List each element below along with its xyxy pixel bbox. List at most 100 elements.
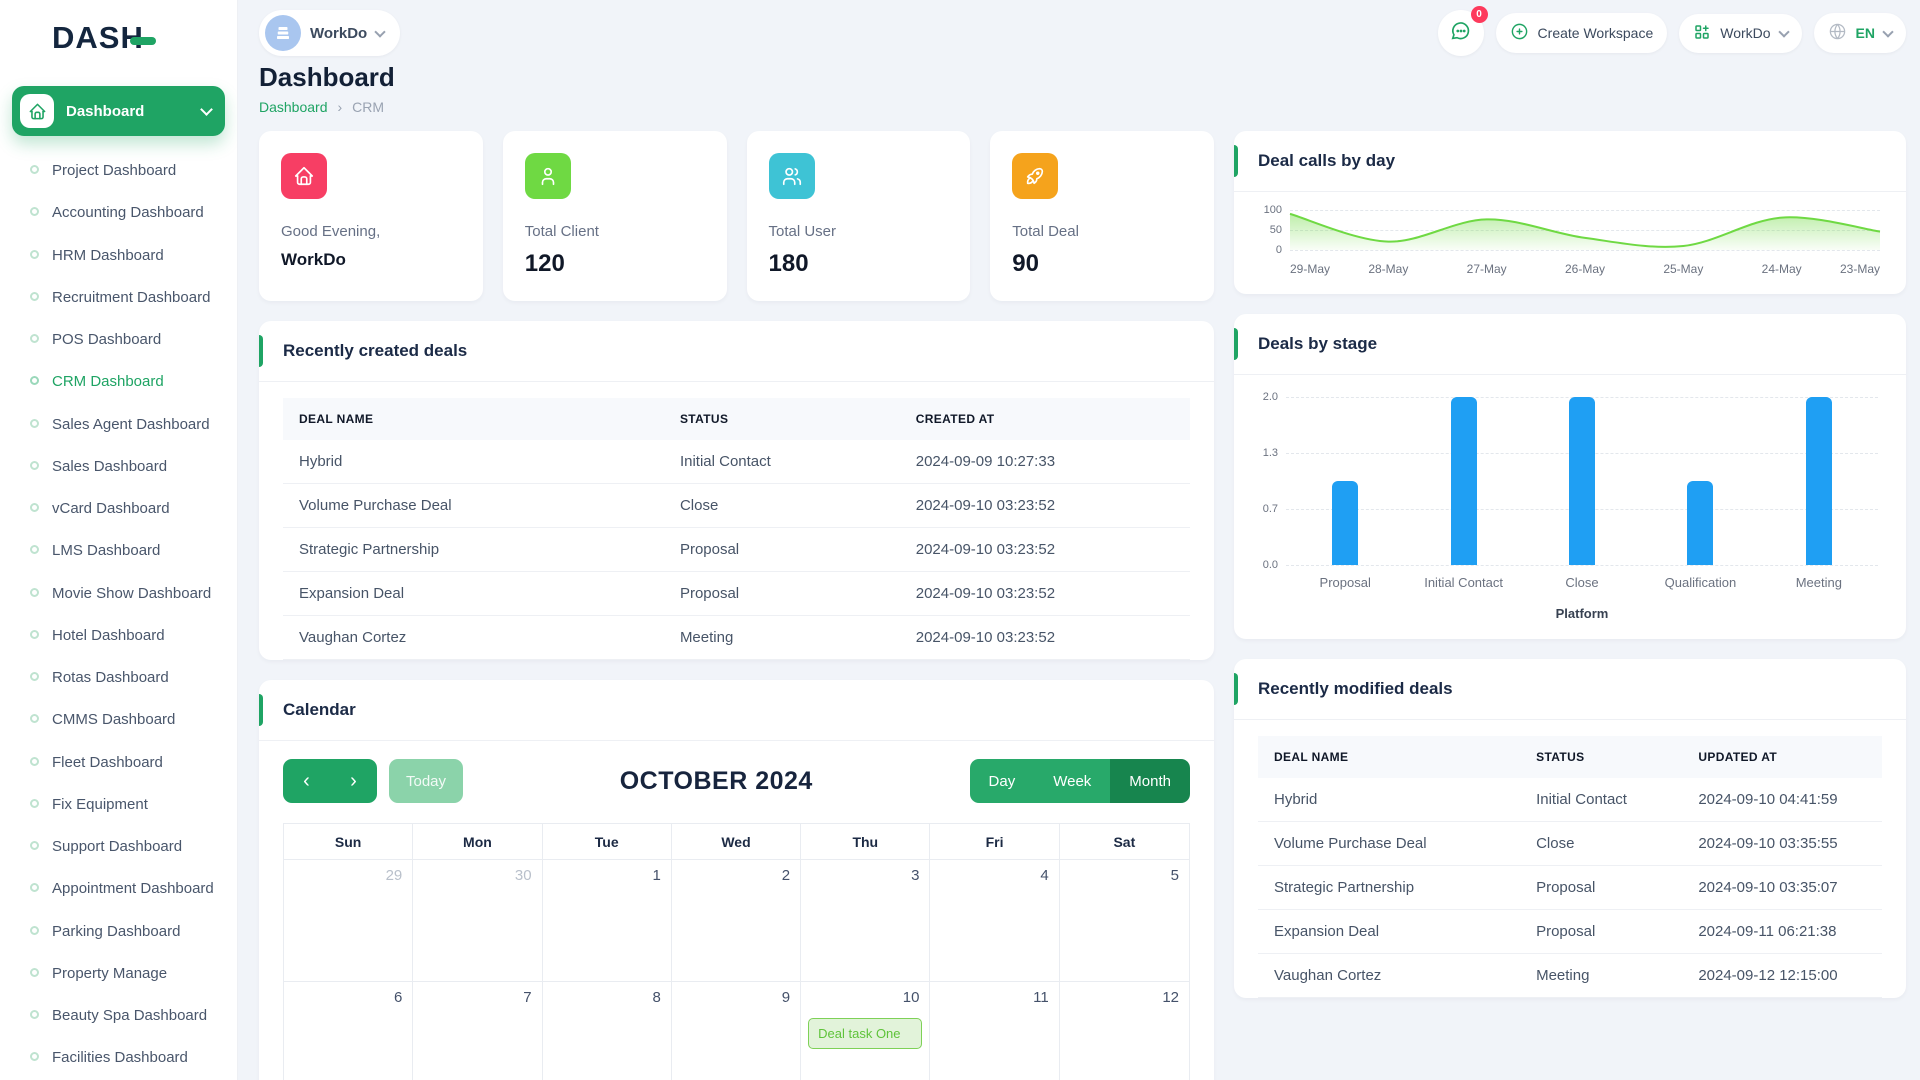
sidebar-item-sales-agent-dashboard[interactable]: Sales Agent Dashboard: [0, 404, 237, 446]
sidebar-item-recruitment-dashboard[interactable]: Recruitment Dashboard: [0, 277, 237, 319]
sidebar-item-sales-dashboard[interactable]: Sales Dashboard: [0, 446, 237, 488]
calendar-day-cell[interactable]: 12: [1060, 982, 1189, 1080]
workspace-menu-button[interactable]: WorkDo: [1679, 14, 1801, 53]
chevron-right-icon: ›: [350, 770, 357, 793]
sidebar-item-facilities-dashboard[interactable]: Facilities Dashboard: [0, 1037, 237, 1079]
calendar-date: 10: [903, 989, 920, 1006]
table-row: Expansion DealProposal2024-09-11 06:21:3…: [1258, 910, 1882, 954]
chevron-down-icon: [200, 103, 213, 116]
sidebar-item-label: HRM Dashboard: [52, 246, 164, 266]
calendar-day-cell[interactable]: 10 Deal task One: [801, 982, 930, 1080]
sidebar-item-cmms-dashboard[interactable]: CMMS Dashboard: [0, 699, 237, 741]
sidebar-item-rotas-dashboard[interactable]: Rotas Dashboard: [0, 657, 237, 699]
calendar-event[interactable]: Deal task One: [808, 1018, 922, 1049]
calendar-view-day[interactable]: Day: [970, 759, 1035, 803]
x-tick-label: 23-May: [1840, 262, 1880, 276]
calendar-day-cell[interactable]: 8: [543, 982, 672, 1080]
sidebar-item-dashboard[interactable]: Dashboard: [12, 86, 225, 136]
sidebar-item-hrm-dashboard[interactable]: HRM Dashboard: [0, 235, 237, 277]
calendar-date: 30: [515, 867, 532, 884]
table-cell: Volume Purchase Deal: [1258, 822, 1520, 866]
table-head: DEAL NAMESTATUSUPDATED AT: [1258, 736, 1882, 778]
sidebar-nav: Project DashboardAccounting Dashboard HRM…: [0, 142, 237, 1080]
messages-button[interactable]: 0: [1438, 10, 1484, 56]
calendar-day-cell[interactable]: 9: [672, 982, 801, 1080]
table-cell: Strategic Partnership: [283, 528, 664, 572]
table-cell: Proposal: [1520, 866, 1682, 910]
calendar-day-cell[interactable]: 11: [930, 982, 1059, 1080]
sidebar-item-label: CRM Dashboard: [52, 372, 164, 392]
sidebar-item-label: Dashboard: [66, 103, 202, 120]
stat-label: Good Evening,: [281, 223, 461, 240]
bar-qualification: [1687, 481, 1713, 565]
table-cell: Vaughan Cortez: [1258, 954, 1520, 998]
table-cell: Proposal: [1520, 910, 1682, 954]
sidebar-item-fleet-dashboard[interactable]: Fleet Dashboard: [0, 742, 237, 784]
calendar-today-button[interactable]: Today: [389, 759, 463, 803]
calendar-prev-button[interactable]: ‹: [283, 759, 330, 803]
table-cell: Hybrid: [283, 440, 664, 484]
brand-logo[interactable]: DASH: [0, 0, 237, 74]
calendar-day-cell[interactable]: 6: [284, 982, 413, 1080]
table-cell: 2024-09-10 04:41:59: [1682, 778, 1882, 822]
calendar-day-cell[interactable]: 7: [413, 982, 542, 1080]
circle-icon: [30, 841, 39, 850]
table-row: Volume Purchase DealClose2024-09-10 03:3…: [1258, 822, 1882, 866]
sidebar-item-accounting-dashboard[interactable]: Accounting Dashboard: [0, 192, 237, 234]
calendar-day-cell[interactable]: 1: [543, 860, 672, 982]
calendar-date: 11: [1033, 989, 1049, 1006]
sidebar-item-parking-dashboard[interactable]: Parking Dashboard: [0, 911, 237, 953]
sidebar-item-appointment-dashboard[interactable]: Appointment Dashboard: [0, 868, 237, 910]
sidebar-item-support-dashboard[interactable]: Support Dashboard: [0, 826, 237, 868]
sidebar-item-property-manage[interactable]: Property Manage: [0, 953, 237, 995]
sidebar-item-label: Sales Dashboard: [52, 457, 167, 477]
x-tick-label: Close: [1523, 575, 1641, 590]
workspace-switcher[interactable]: WorkDo: [259, 10, 400, 56]
bar-category-labels: ProposalInitial ContactCloseQualificatio…: [1286, 575, 1878, 590]
sidebar-item-crm-dashboard[interactable]: CRM Dashboard: [0, 361, 237, 403]
home-icon: [281, 153, 327, 199]
area-plot: 100500: [1290, 210, 1880, 250]
workspace-name: WorkDo: [310, 25, 367, 42]
x-tick-label: 24-May: [1762, 262, 1802, 276]
calendar-day-cell[interactable]: 30: [413, 860, 542, 982]
sidebar-item-label: Support Dashboard: [52, 837, 182, 857]
calendar-date: 7: [523, 989, 531, 1006]
calendar-panel: Calendar ‹ › Today OCTOBE: [259, 680, 1214, 1080]
calendar-day-cell[interactable]: 2: [672, 860, 801, 982]
sidebar-item-vcard-dashboard[interactable]: vCard Dashboard: [0, 488, 237, 530]
sidebar-item-project-dashboard[interactable]: Project Dashboard: [0, 150, 237, 192]
users-icon: [769, 153, 815, 199]
circle-icon: [30, 757, 39, 766]
calendar-nav-group: ‹ ›: [283, 759, 377, 803]
stat-value: WorkDo: [281, 250, 461, 270]
circle-icon: [30, 207, 39, 216]
calendar-view-month[interactable]: Month: [1110, 759, 1190, 803]
calendar-day-cell[interactable]: 29: [284, 860, 413, 982]
area-x-labels: 29-May28-May27-May26-May25-May24-May23-M…: [1290, 262, 1880, 278]
calendar-day-cell[interactable]: 4: [930, 860, 1059, 982]
sidebar-item-fix-equipment[interactable]: Fix Equipment: [0, 784, 237, 826]
calendar-date: 6: [394, 989, 402, 1006]
sidebar-item-lms-dashboard[interactable]: LMS Dashboard: [0, 530, 237, 572]
sidebar-item-beauty-spa-dashboard[interactable]: Beauty Spa Dashboard: [0, 995, 237, 1037]
deal-calls-panel: Deal calls by day 100500 29-May28-May27-…: [1234, 131, 1906, 294]
breadcrumb-link-dashboard[interactable]: Dashboard: [259, 99, 328, 115]
sidebar-item-movie-show-dashboard[interactable]: Movie Show Dashboard: [0, 573, 237, 615]
table-row: HybridInitial Contact2024-09-09 10:27:33: [283, 440, 1190, 484]
sidebar-item-hotel-dashboard[interactable]: Hotel Dashboard: [0, 615, 237, 657]
language-selector[interactable]: EN: [1814, 13, 1906, 53]
stat-card-total-user: Total User180: [747, 131, 971, 301]
x-tick-label: 29-May: [1290, 262, 1330, 276]
calendar-next-button[interactable]: ›: [330, 759, 377, 803]
create-workspace-button[interactable]: Create Workspace: [1496, 13, 1668, 53]
sidebar-item-label: Fix Equipment: [52, 795, 148, 815]
stat-label: Total Client: [525, 223, 705, 240]
calendar-day-cell[interactable]: 5: [1060, 860, 1189, 982]
sidebar-item-pos-dashboard[interactable]: POS Dashboard: [0, 319, 237, 361]
deals-by-stage-panel: Deals by stage 2.01.30.70.0 ProposalInit…: [1234, 314, 1906, 639]
calendar-view-week[interactable]: Week: [1034, 759, 1110, 803]
calendar-day-cell[interactable]: 3: [801, 860, 930, 982]
column-header: STATUS: [664, 398, 900, 440]
y-tick-label: 50: [1246, 224, 1282, 236]
